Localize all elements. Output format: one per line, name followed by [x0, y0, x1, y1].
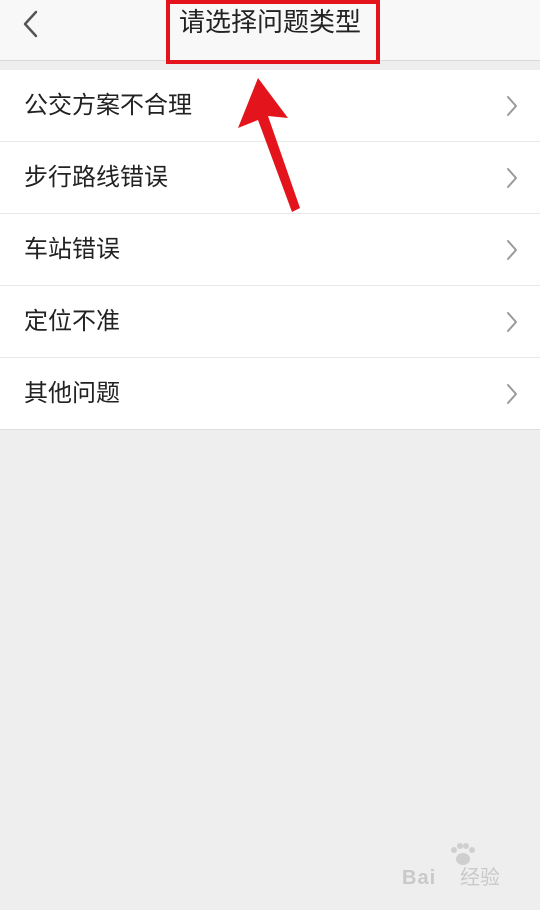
list-item-label: 其他问题 [24, 379, 120, 407]
list-item-label: 定位不准 [24, 307, 120, 335]
annotation-highlight-box [166, 0, 380, 64]
red-arrow-icon [238, 78, 300, 212]
list-item-label: 公交方案不合理 [24, 91, 192, 119]
list-item-label: 车站错误 [24, 235, 120, 263]
chevron-right-icon [507, 240, 517, 260]
watermark-brand: Bai [402, 867, 437, 889]
list-item-location-inaccurate[interactable]: 定位不准 [0, 286, 540, 358]
chevron-right-icon [507, 384, 517, 404]
chevron-right-icon [507, 168, 517, 188]
baidu-jingyan-watermark: Bai 经验 [402, 843, 512, 890]
watermark-brand-cn: 经验 [460, 867, 500, 889]
list-item-label: 步行路线错误 [24, 163, 168, 191]
chevron-right-icon [507, 312, 517, 332]
chevron-right-icon [507, 96, 517, 116]
list-item-station-error[interactable]: 车站错误 [0, 214, 540, 286]
list-item-other[interactable]: 其他问题 [0, 358, 540, 429]
